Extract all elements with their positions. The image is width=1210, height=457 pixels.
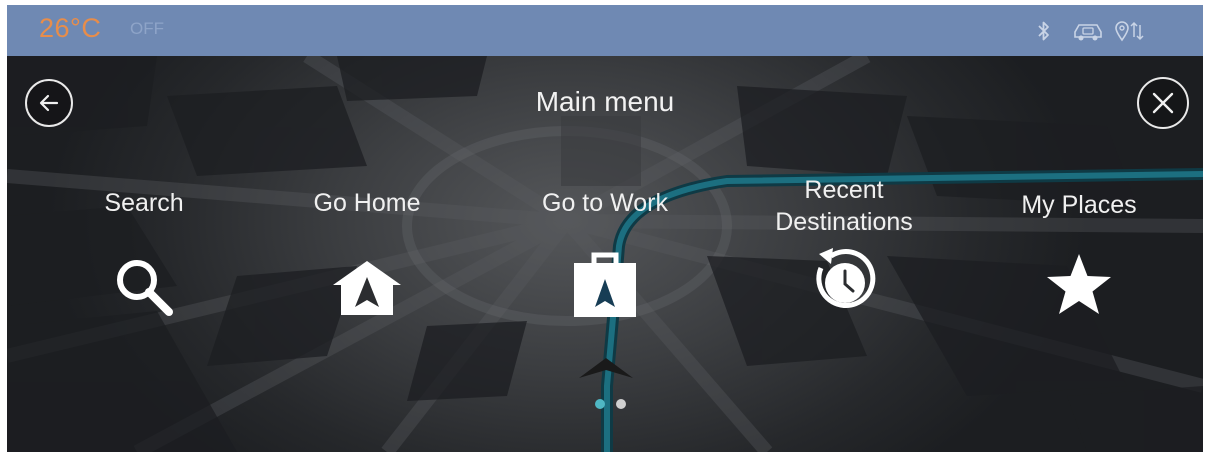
location-sharing-icon — [1115, 21, 1144, 42]
home-icon — [333, 261, 401, 315]
menu-item-search[interactable]: Search — [34, 187, 254, 316]
menu-item-label: Go to Work — [542, 189, 668, 217]
close-button[interactable] — [1137, 77, 1189, 129]
star-icon — [1047, 254, 1111, 314]
menu-item-label: Recent — [804, 176, 884, 204]
page-dot[interactable] — [616, 399, 626, 409]
recent-destinations-icon — [816, 248, 876, 308]
page-title: Main menu — [535, 86, 675, 117]
menu-item-my-places[interactable]: My Places — [969, 189, 1189, 314]
menu-item-recent-destinations[interactable]: Recent Destinations — [734, 174, 954, 308]
menu-item-go-to-work[interactable]: Go to Work — [495, 187, 715, 317]
climate-state[interactable]: OFF — [130, 19, 164, 39]
menu-item-label: My Places — [1021, 191, 1137, 219]
close-icon — [1152, 92, 1174, 114]
bluetooth-icon — [1038, 21, 1049, 41]
status-bar: 26°C OFF — [7, 5, 1203, 56]
work-icon — [574, 252, 636, 317]
menu-item-go-home[interactable]: Go Home — [257, 187, 477, 315]
menu-item-label: Search — [104, 189, 184, 217]
search-icon — [117, 260, 173, 316]
map-view[interactable]: Main menu Search Go Home Go to Work Rece… — [7, 56, 1203, 452]
page-dot-active[interactable] — [595, 399, 605, 409]
car-connectivity-icon — [1074, 24, 1102, 41]
menu-item-label: Destinations — [775, 208, 913, 236]
menu-item-label: Go Home — [313, 189, 421, 217]
nav-screen: 26°C OFF Main menu Search Go Home Go to … — [7, 5, 1203, 452]
temperature-readout[interactable]: 26°C — [39, 13, 101, 44]
